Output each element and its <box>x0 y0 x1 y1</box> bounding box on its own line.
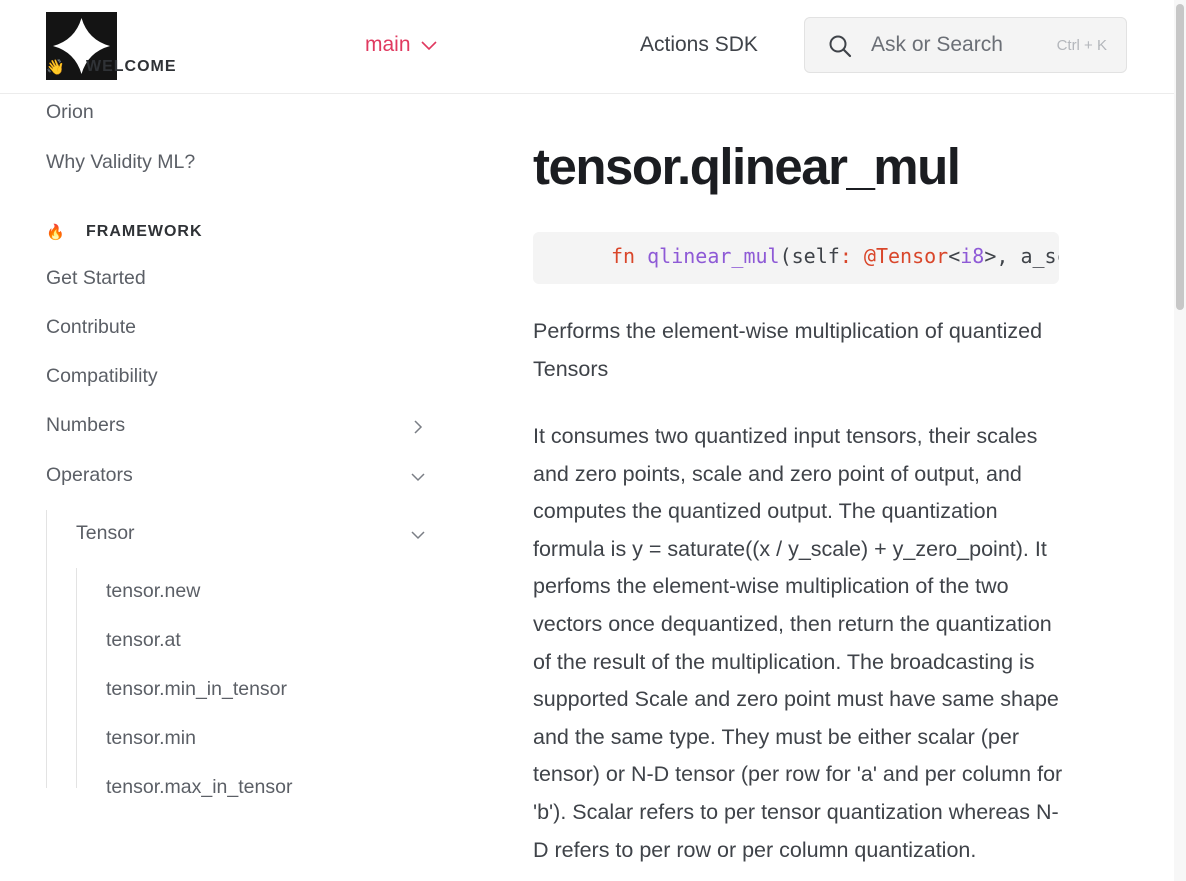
details-paragraph: It consumes two quantized input tensors,… <box>533 424 1063 862</box>
section-title-welcome: 👋 WELCOME <box>46 58 177 76</box>
branch-label: main <box>365 33 411 56</box>
search-box[interactable]: Ask or Search Ctrl + K <box>804 17 1127 73</box>
code-generic: i8 <box>960 244 985 268</box>
sidebar: 👋 WELCOME Orion Why Validity ML? 🔥 FRAME… <box>0 58 450 881</box>
search-placeholder: Ask or Search <box>871 33 1003 56</box>
sidebar-item-tensor-min[interactable]: tensor.min <box>106 727 196 750</box>
search-shortcut-hint: Ctrl + K <box>1056 37 1107 54</box>
page-title: tensor.qlinear_mul <box>533 138 961 195</box>
description-paragraph: Performs the element-wise multiplication… <box>533 319 1043 381</box>
chevron-down-icon[interactable] <box>410 469 426 485</box>
sidebar-item-orion[interactable]: Orion <box>46 101 94 124</box>
sidebar-item-tensor-min-in-tensor[interactable]: tensor.min_in_tensor <box>106 678 287 701</box>
chevron-down-icon[interactable] <box>410 527 426 543</box>
sidebar-item-contribute[interactable]: Contribute <box>46 316 136 339</box>
page-scrollbar-thumb[interactable] <box>1176 4 1184 310</box>
sidebar-item-get-started[interactable]: Get Started <box>46 267 146 290</box>
section-title-framework: 🔥 FRAMEWORK <box>46 223 203 241</box>
code-function-name: qlinear_mul <box>647 244 780 268</box>
chevron-right-icon[interactable] <box>410 419 426 435</box>
sidebar-item-tensor[interactable]: Tensor <box>76 522 135 545</box>
waving-hand-icon: 👋 <box>46 59 66 76</box>
sidebar-item-tensor-max-in-tensor[interactable]: tensor.max_in_tensor <box>106 776 292 799</box>
code-type: @Tensor <box>863 244 949 268</box>
sidebar-item-operators[interactable]: Operators <box>46 464 133 487</box>
sidebar-item-numbers[interactable]: Numbers <box>46 414 125 437</box>
sidebar-item-compatibility[interactable]: Compatibility <box>46 365 158 388</box>
top-header: main Actions SDK Ask or Search Ctrl + K <box>0 0 1174 94</box>
code-lt: < <box>948 244 961 268</box>
section-label: FRAMEWORK <box>86 223 203 240</box>
chevron-down-icon <box>420 41 437 51</box>
code-colon: : <box>839 244 852 268</box>
sidebar-item-tensor-at[interactable]: tensor.at <box>106 629 181 652</box>
sidebar-item-tensor-new[interactable]: tensor.new <box>106 580 200 603</box>
search-icon <box>829 35 852 58</box>
code-signature-block[interactable]: fn qlinear_mul(self: @Tensor<i8>, a_scal… <box>533 232 1059 284</box>
code-rest: >, a_scale: @Tensor<FP16x16> <box>984 244 1059 268</box>
section-label: WELCOME <box>86 58 177 75</box>
actions-sdk-link[interactable]: Actions SDK <box>640 33 758 57</box>
code-params: (self <box>779 244 840 268</box>
sidebar-item-why-validity-ml[interactable]: Why Validity ML? <box>46 151 195 174</box>
code-line: fn qlinear_mul(self: @Tensor<i8>, a_scal… <box>611 244 1059 268</box>
code-keyword: fn <box>611 244 636 268</box>
fire-icon: 🔥 <box>46 224 66 241</box>
tree-guide-line <box>46 510 47 788</box>
branch-selector[interactable]: main <box>365 33 437 57</box>
tree-guide-line <box>76 568 77 788</box>
